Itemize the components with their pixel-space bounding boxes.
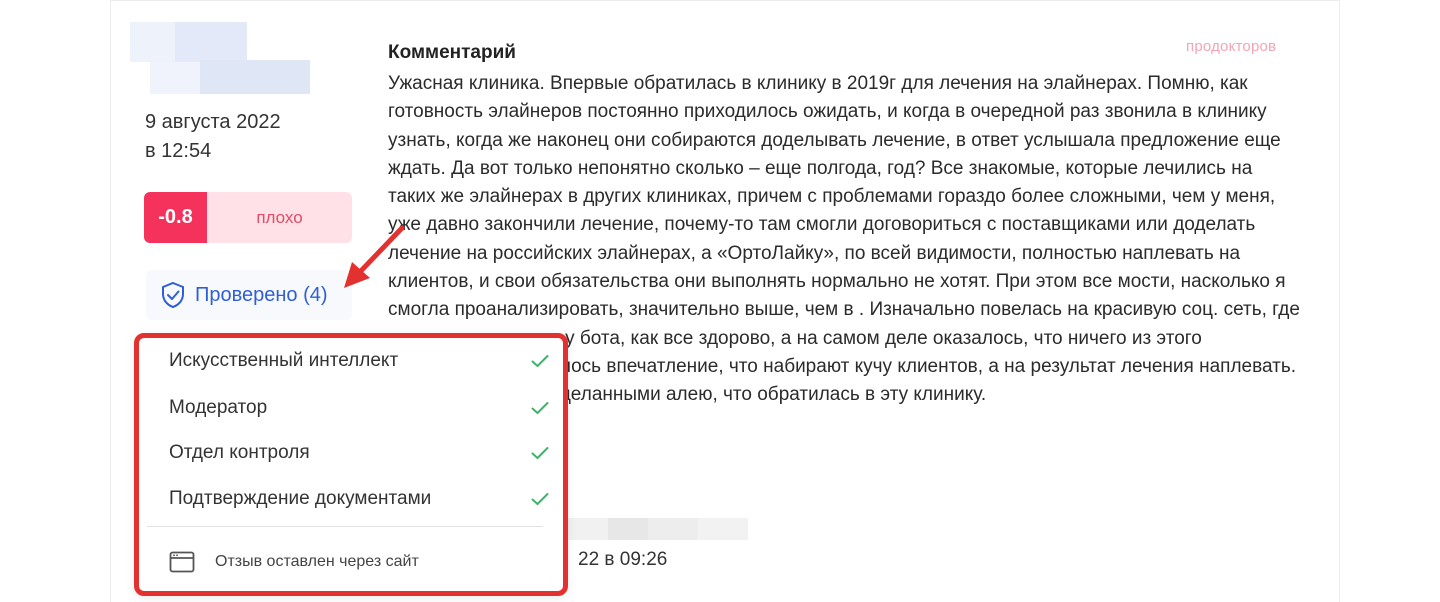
verification-item-ai: Искусственный интеллект: [169, 346, 549, 376]
verified-label: Проверено (4): [195, 283, 328, 306]
comment-title: Комментарий: [388, 42, 516, 63]
verification-item-label: Искусственный интеллект: [169, 350, 399, 371]
check-icon: [531, 355, 549, 367]
review-date-day: 9 августа 2022: [145, 111, 281, 133]
verification-item-label: Модератор: [169, 397, 268, 418]
check-icon: [531, 402, 549, 414]
review-source: Отзыв оставлен через сайт: [169, 551, 419, 573]
verification-item-moderator: Модератор: [169, 393, 549, 423]
verified-button[interactable]: Проверено (4): [146, 270, 352, 320]
rating-label: плохо: [207, 192, 352, 243]
author-avatar-blurred: [130, 22, 310, 94]
verification-popup: Искусственный интеллект Модератор Отдел …: [134, 333, 568, 596]
brand-logo: продокторов: [1186, 38, 1277, 55]
check-icon: [531, 493, 549, 505]
review-date-time: в 12:54: [145, 140, 212, 162]
author-name-blurred: [568, 518, 748, 540]
verification-item-label: Отдел контроля: [169, 442, 310, 463]
browser-window-icon: [169, 551, 195, 573]
verification-item-label: Подтверждение документами: [169, 488, 432, 509]
shield-check-icon: [162, 281, 184, 309]
check-icon: [531, 447, 549, 459]
verification-item-documents: Подтверждение документами: [169, 484, 549, 514]
rating-badge: -0.8 плохо: [144, 192, 352, 243]
review-time: 22 в 09:26: [578, 549, 668, 570]
annotation-arrow-icon: [344, 225, 405, 288]
rating-score: -0.8: [144, 192, 207, 243]
review-source-label: Отзыв оставлен через сайт: [215, 553, 419, 570]
verification-item-control: Отдел контроля: [169, 438, 549, 468]
review-date: 9 августа 2022 в 12:54: [145, 108, 281, 166]
popup-divider: [147, 526, 543, 527]
